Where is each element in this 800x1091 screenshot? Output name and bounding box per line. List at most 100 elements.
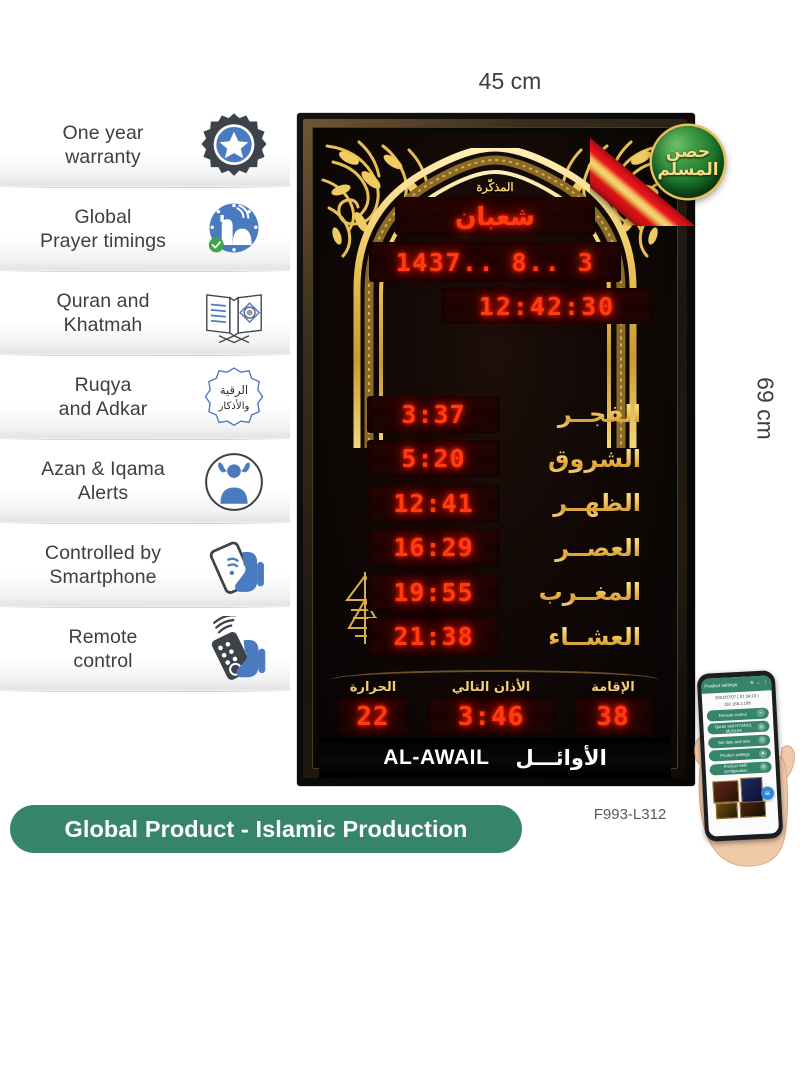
prayer-name-label: الظهــر <box>500 489 655 517</box>
thumbnail[interactable] <box>740 776 764 804</box>
thumbnail[interactable] <box>715 802 739 820</box>
time-display: 12:42:30 <box>441 288 653 324</box>
status-cell-next-azan: الأذان التالي 3:46 <box>427 680 555 735</box>
status-label: الأذان التالي <box>451 680 531 695</box>
prayer-name-label: المغــرب <box>500 578 655 606</box>
remote-icon: ⌁ <box>756 708 765 718</box>
prayer-time-value: 16:29 <box>393 533 474 563</box>
app-button-label: Quran and HYSNUL MUSLIM <box>714 722 753 734</box>
clock-icon: ◷ <box>757 735 767 745</box>
reminder-label: المذكّرة <box>476 182 514 194</box>
feature-label: One year warranty <box>62 122 144 168</box>
banner-text: Global Product - Islamic Production <box>64 815 468 842</box>
app-button-remote-control[interactable]: Remote control ⌁ <box>706 707 770 722</box>
app-button-product-settings[interactable]: Product settings ✷ <box>708 747 772 762</box>
phone-screen: Product settings ✳ ← ⋮ 2021/07/07 ( 01:3… <box>700 675 780 837</box>
muezzin-icon <box>200 448 268 516</box>
status-value: 38 <box>596 701 630 732</box>
feature-label: Global Prayer timings <box>39 206 167 252</box>
status-cell-iqama: الإقامة 38 <box>573 680 653 735</box>
status-box: 38 <box>573 698 653 735</box>
prayer-name-label: الشروق <box>500 445 655 473</box>
svg-text:والأذكار: والأذكار <box>218 399 250 412</box>
smartphone-hand-icon <box>200 532 268 600</box>
status-cell-temperature: الحرارة 22 <box>337 680 409 735</box>
thumbnail[interactable] <box>739 800 767 819</box>
hijri-date-display: 1437.. 8.. 3 <box>369 242 621 282</box>
feature-row-prayer-timings: Global Prayer timings <box>0 188 290 272</box>
status-value: 22 <box>356 701 390 732</box>
prayer-time-value: 19:55 <box>393 577 474 607</box>
prayer-time-box: 5:20 <box>367 440 500 478</box>
feature-row-ruqya: Ruqya and Adkar الرقية والأذكار <box>0 356 290 440</box>
status-box: 3:46 <box>427 698 555 735</box>
prayer-row: 3:37 الفجــر <box>341 392 655 437</box>
status-box: 22 <box>337 698 409 735</box>
feature-label: Controlled by Smartphone <box>44 542 162 588</box>
wifi-badge-icon: ≋ <box>760 786 775 800</box>
app-button-set-date-time[interactable]: Set date and time ◷ <box>707 734 771 749</box>
prayer-row: 12:41 الظهــر <box>341 481 655 526</box>
time-value: 12:42:30 <box>478 291 616 321</box>
prayer-time-box: 16:29 <box>367 529 500 567</box>
status-value: 3:46 <box>457 701 525 732</box>
svg-text:الرقية: الرقية <box>220 383 248 398</box>
azan-clock-product: المذكّرة شعبان 1437.. 8.. 3 12:42:30 3:3… <box>297 113 695 786</box>
month-display: شعبان <box>395 197 595 235</box>
mosque-globe-icon <box>200 196 268 264</box>
prayer-time-box: 12:41 <box>367 484 500 522</box>
app-header: Product settings ✳ ← ⋮ <box>700 675 772 694</box>
feature-row-smartphone: Controlled by Smartphone <box>0 524 290 608</box>
prayer-times-list: 3:37 الفجــر 5:20 الشروق 12:41 الظهــر 1… <box>341 392 655 659</box>
app-button-label: Set date and time <box>718 738 751 745</box>
prayer-row: 19:55 المغــرب <box>341 570 655 615</box>
app-button-label: Product settings <box>720 751 750 759</box>
overflow-menu-icon[interactable]: ⋮ <box>763 679 768 685</box>
prayer-time-box: 3:37 <box>367 395 500 433</box>
prayer-time-value: 3:37 <box>401 399 466 429</box>
prayer-time-value: 5:20 <box>401 444 466 474</box>
warranty-badge-icon <box>200 112 268 180</box>
thumbnail[interactable] <box>712 780 740 804</box>
quran-icon: ◎ <box>757 722 766 731</box>
feature-label: Azan & Iqama Alerts <box>41 458 165 504</box>
prayer-time-box: 19:55 <box>367 573 500 611</box>
feature-row-quran: Quran and Khatmah <box>0 272 290 356</box>
prayer-time-box: 21:38 <box>367 618 500 656</box>
remote-control-icon <box>200 616 268 684</box>
phone-body: Product settings ✳ ← ⋮ 2021/07/07 ( 01:3… <box>696 670 784 842</box>
ruqya-seal-icon: الرقية والأذكار <box>200 364 268 432</box>
status-label: الحرارة <box>349 680 397 695</box>
brand-name-arabic: الأوائـــل <box>515 746 607 770</box>
status-label: الإقامة <box>591 680 635 695</box>
prayer-time-value: 12:41 <box>393 488 474 518</box>
bluetooth-icon[interactable]: ✳ <box>750 680 755 686</box>
brand-name-latin: AL-AWAIL <box>383 746 490 769</box>
prayer-name-label: العشــاء <box>500 623 655 651</box>
open-book-icon <box>200 280 268 348</box>
prayer-time-value: 21:38 <box>393 622 474 652</box>
brand-bar: AL-AWAIL الأوائـــل <box>319 738 671 778</box>
feature-label: Ruqya and Adkar <box>58 374 148 420</box>
feature-list: One yearwarranty GlobalPrayer timings <box>0 104 290 692</box>
hijri-date-value: 1437.. 8.. 3 <box>395 247 595 277</box>
prayer-row: 5:20 الشروق <box>341 437 655 482</box>
app-button-quran[interactable]: Quran and HYSNUL MUSLIM ◎ <box>707 720 770 735</box>
dimension-width-label: 45 cm <box>478 68 542 94</box>
feature-label: Quran and Khatmah <box>56 290 150 336</box>
global-product-banner: Global Product - Islamic Production <box>10 805 522 853</box>
month-value: شعبان <box>455 201 535 231</box>
app-button-wifi-configuration[interactable]: Product WiFi configuration ≋ <box>709 761 772 776</box>
app-button-label: Product WiFi configuration <box>723 763 748 775</box>
clock-display-panel: المذكّرة شعبان 1437.. 8.. 3 12:42:30 3:3… <box>319 134 671 762</box>
prayer-row: 16:29 العصــر <box>341 526 655 571</box>
prayer-row: 21:38 العشــاء <box>341 615 655 660</box>
gear-icon: ✷ <box>758 749 768 758</box>
feature-label: Remote control <box>68 626 138 672</box>
app-ip-address: 192.168.1.108 <box>723 700 751 707</box>
wifi-icon: ≋ <box>759 763 768 772</box>
back-icon[interactable]: ← <box>756 680 761 686</box>
prayer-name-label: العصــر <box>500 534 655 562</box>
led-display-stack: المذكّرة شعبان 1437.. 8.. 3 12:42:30 <box>319 180 671 324</box>
feature-row-warranty: One year warranty <box>0 104 290 188</box>
